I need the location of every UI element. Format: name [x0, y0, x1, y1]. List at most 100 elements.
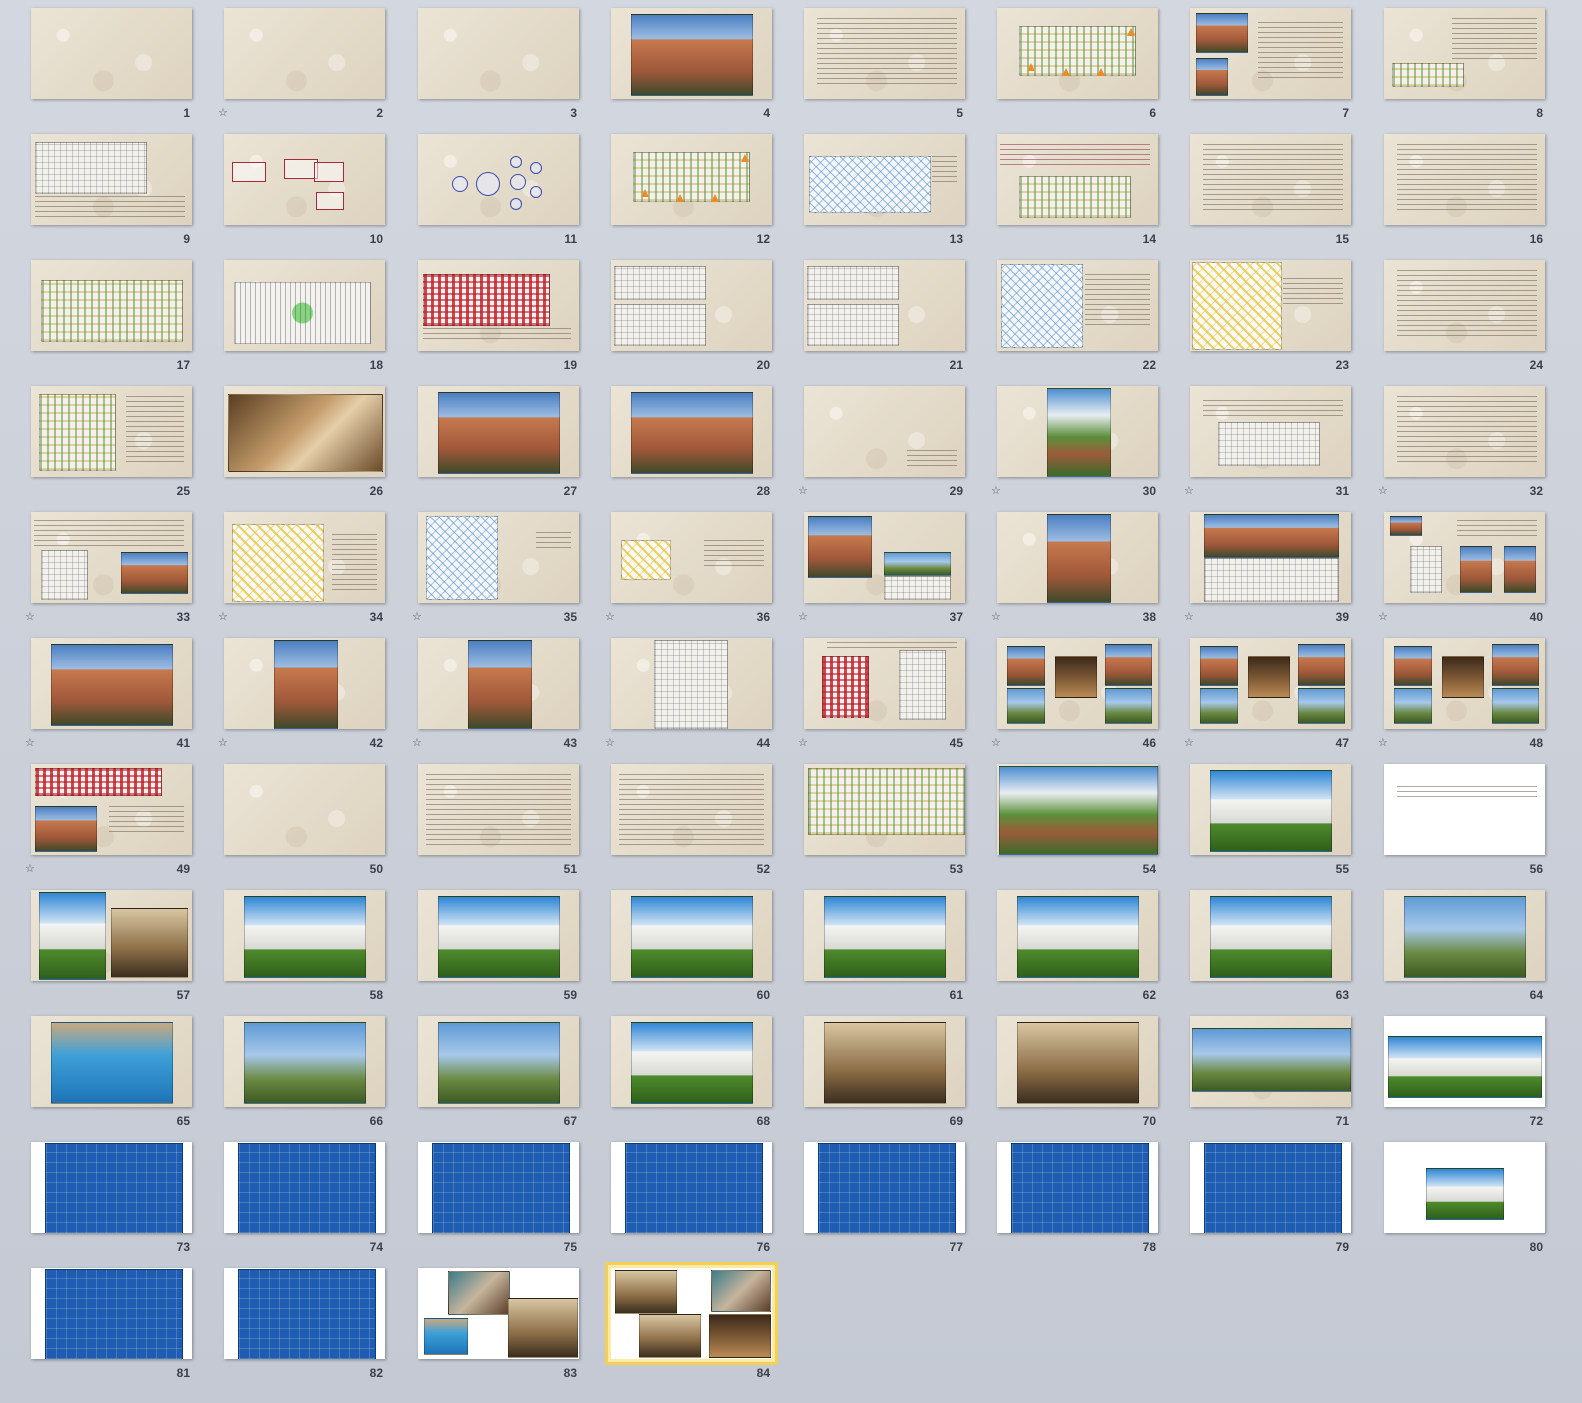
slide-transition-star-icon[interactable]: ☆	[1378, 611, 1388, 622]
slide-thumbnail-37[interactable]	[804, 512, 965, 603]
slide-thumbnail-58[interactable]	[224, 890, 385, 981]
slide-thumbnail-21[interactable]	[804, 260, 965, 351]
slide-thumbnail-73[interactable]	[31, 1142, 192, 1233]
slide-thumbnail-83[interactable]	[418, 1268, 579, 1359]
slide-transition-star-icon[interactable]: ☆	[1184, 611, 1194, 622]
slide-thumbnail-56[interactable]	[1384, 764, 1545, 855]
slide-thumbnail-75[interactable]	[418, 1142, 579, 1233]
slide-thumbnail-25[interactable]	[31, 386, 192, 477]
slide-thumbnail-20[interactable]	[611, 260, 772, 351]
slide-thumbnail-77[interactable]	[804, 1142, 965, 1233]
slide-thumbnail-76[interactable]	[611, 1142, 772, 1233]
slide-transition-star-icon[interactable]: ☆	[991, 611, 1001, 622]
slide-thumbnail-59[interactable]	[418, 890, 579, 981]
slide-thumbnail-64[interactable]	[1384, 890, 1545, 981]
slide-thumbnail-16[interactable]	[1384, 134, 1545, 225]
slide-thumbnail-50[interactable]	[224, 764, 385, 855]
slide-thumbnail-30[interactable]	[997, 386, 1158, 477]
slide-thumbnail-62[interactable]	[997, 890, 1158, 981]
slide-transition-star-icon[interactable]: ☆	[218, 611, 228, 622]
slide-thumbnail-6[interactable]	[997, 8, 1158, 99]
slide-transition-star-icon[interactable]: ☆	[991, 737, 1001, 748]
slide-thumbnail-71[interactable]	[1190, 1016, 1351, 1107]
slide-thumbnail-12[interactable]	[611, 134, 772, 225]
slide-thumbnail-51[interactable]	[418, 764, 579, 855]
slide-thumbnail-79[interactable]	[1190, 1142, 1351, 1233]
slide-thumbnail-18[interactable]	[224, 260, 385, 351]
slide-transition-star-icon[interactable]: ☆	[218, 107, 228, 118]
slide-thumbnail-2[interactable]	[224, 8, 385, 99]
slide-thumbnail-13[interactable]	[804, 134, 965, 225]
slide-thumbnail-65[interactable]	[31, 1016, 192, 1107]
slide-transition-star-icon[interactable]: ☆	[25, 863, 35, 874]
slide-transition-star-icon[interactable]: ☆	[798, 611, 808, 622]
slide-thumbnail-31[interactable]	[1190, 386, 1351, 477]
slide-thumbnail-17[interactable]	[31, 260, 192, 351]
slide-thumbnail-3[interactable]	[418, 8, 579, 99]
slide-thumbnail-38[interactable]	[997, 512, 1158, 603]
slide-transition-star-icon[interactable]: ☆	[991, 485, 1001, 496]
slide-thumbnail-84[interactable]	[605, 1262, 778, 1365]
slide-thumbnail-22[interactable]	[997, 260, 1158, 351]
slide-thumbnail-23[interactable]	[1190, 260, 1351, 351]
slide-thumbnail-8[interactable]	[1384, 8, 1545, 99]
slide-thumbnail-11[interactable]	[418, 134, 579, 225]
slide-thumbnail-81[interactable]	[31, 1268, 192, 1359]
slide-thumbnail-46[interactable]	[997, 638, 1158, 729]
slide-transition-star-icon[interactable]: ☆	[1378, 737, 1388, 748]
slide-transition-star-icon[interactable]: ☆	[798, 737, 808, 748]
slide-transition-star-icon[interactable]: ☆	[25, 737, 35, 748]
slide-thumbnail-10[interactable]	[224, 134, 385, 225]
slide-thumbnail-28[interactable]	[611, 386, 772, 477]
slide-thumbnail-26[interactable]	[224, 386, 385, 477]
slide-thumbnail-78[interactable]	[997, 1142, 1158, 1233]
slide-thumbnail-80[interactable]	[1384, 1142, 1545, 1233]
slide-thumbnail-68[interactable]	[611, 1016, 772, 1107]
slide-thumbnail-41[interactable]	[31, 638, 192, 729]
slide-thumbnail-49[interactable]	[31, 764, 192, 855]
slide-thumbnail-60[interactable]	[611, 890, 772, 981]
slide-thumbnail-57[interactable]	[31, 890, 192, 981]
slide-transition-star-icon[interactable]: ☆	[1184, 737, 1194, 748]
slide-thumbnail-14[interactable]	[997, 134, 1158, 225]
slide-thumbnail-44[interactable]	[611, 638, 772, 729]
slide-thumbnail-15[interactable]	[1190, 134, 1351, 225]
slide-transition-star-icon[interactable]: ☆	[1378, 485, 1388, 496]
slide-thumbnail-48[interactable]	[1384, 638, 1545, 729]
slide-thumbnail-39[interactable]	[1190, 512, 1351, 603]
slide-transition-star-icon[interactable]: ☆	[605, 737, 615, 748]
slide-transition-star-icon[interactable]: ☆	[1184, 485, 1194, 496]
slide-thumbnail-70[interactable]	[997, 1016, 1158, 1107]
slide-thumbnail-66[interactable]	[224, 1016, 385, 1107]
slide-thumbnail-54[interactable]	[997, 764, 1158, 855]
slide-thumbnail-33[interactable]	[31, 512, 192, 603]
slide-transition-star-icon[interactable]: ☆	[798, 485, 808, 496]
slide-thumbnail-74[interactable]	[224, 1142, 385, 1233]
slide-thumbnail-52[interactable]	[611, 764, 772, 855]
slide-transition-star-icon[interactable]: ☆	[412, 737, 422, 748]
slide-thumbnail-67[interactable]	[418, 1016, 579, 1107]
slide-thumbnail-32[interactable]	[1384, 386, 1545, 477]
slide-thumbnail-43[interactable]	[418, 638, 579, 729]
slide-thumbnail-45[interactable]	[804, 638, 965, 729]
slide-transition-star-icon[interactable]: ☆	[218, 737, 228, 748]
slide-thumbnail-63[interactable]	[1190, 890, 1351, 981]
slide-thumbnail-9[interactable]	[31, 134, 192, 225]
slide-thumbnail-47[interactable]	[1190, 638, 1351, 729]
slide-transition-star-icon[interactable]: ☆	[412, 611, 422, 622]
slide-thumbnail-82[interactable]	[224, 1268, 385, 1359]
slide-thumbnail-7[interactable]	[1190, 8, 1351, 99]
slide-transition-star-icon[interactable]: ☆	[25, 611, 35, 622]
slide-thumbnail-36[interactable]	[611, 512, 772, 603]
slide-thumbnail-72[interactable]	[1384, 1016, 1545, 1107]
slide-thumbnail-69[interactable]	[804, 1016, 965, 1107]
slide-thumbnail-34[interactable]	[224, 512, 385, 603]
slide-thumbnail-4[interactable]	[611, 8, 772, 99]
slide-thumbnail-24[interactable]	[1384, 260, 1545, 351]
slide-thumbnail-55[interactable]	[1190, 764, 1351, 855]
slide-thumbnail-35[interactable]	[418, 512, 579, 603]
slide-thumbnail-42[interactable]	[224, 638, 385, 729]
slide-thumbnail-19[interactable]	[418, 260, 579, 351]
slide-thumbnail-40[interactable]	[1384, 512, 1545, 603]
slide-thumbnail-61[interactable]	[804, 890, 965, 981]
